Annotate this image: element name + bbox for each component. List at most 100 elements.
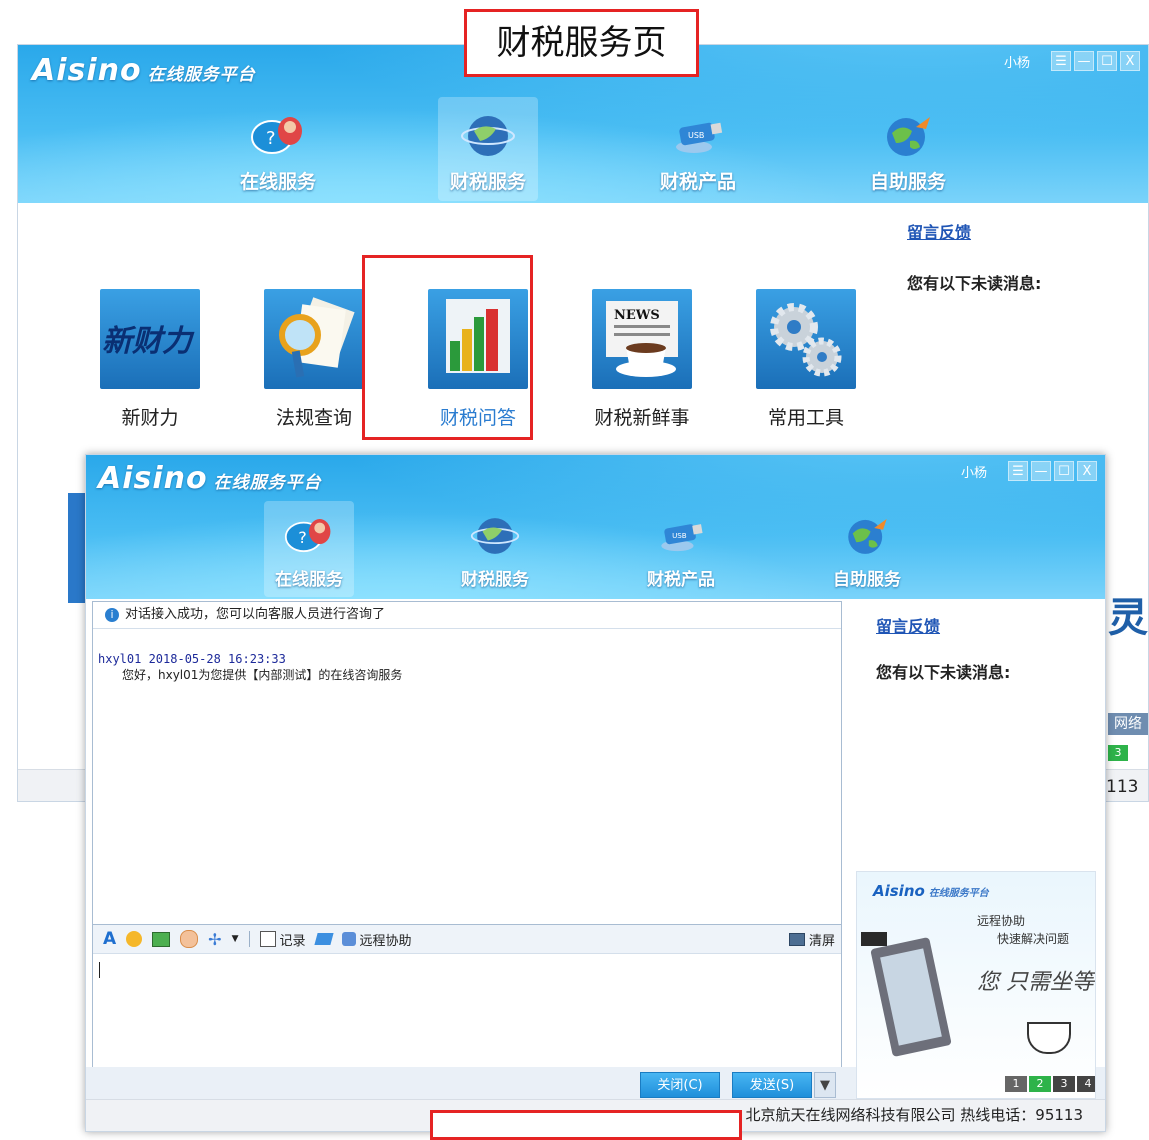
nav-self-service[interactable]: 自助服务 bbox=[774, 501, 960, 597]
laptop-icon bbox=[861, 932, 971, 1086]
promo-line1: 远程协助 bbox=[977, 914, 1026, 928]
magnifier-documents-icon bbox=[264, 289, 364, 389]
minimize-icon[interactable]: — bbox=[1074, 51, 1094, 71]
maximize-icon[interactable]: ☐ bbox=[1054, 461, 1074, 481]
svg-text:NEWS: NEWS bbox=[614, 308, 660, 323]
tile-xincaili[interactable]: 新财力 新财力 bbox=[68, 289, 232, 430]
nav-tax-service[interactable]: 财税服务 bbox=[383, 97, 593, 201]
news-coffee-icon: NEWS bbox=[592, 289, 692, 389]
window-controls: 小杨 ☰ — ☐ X bbox=[1004, 51, 1140, 71]
connection-notice: i 对话接入成功，您可以向客服人员进行咨询了 bbox=[93, 602, 841, 629]
minimize-icon[interactable]: — bbox=[1031, 461, 1051, 481]
unread-label: 您有以下未读消息: bbox=[907, 274, 1042, 293]
nav-tax-products[interactable]: USB 财税产品 bbox=[588, 501, 774, 597]
send-options-chevron-icon[interactable]: ▼ bbox=[814, 1072, 836, 1098]
svg-text:USB: USB bbox=[688, 131, 704, 140]
page-1[interactable]: 1 bbox=[1005, 1076, 1027, 1092]
logo-brand: Aisino bbox=[32, 53, 142, 88]
emoji-icon[interactable] bbox=[126, 931, 143, 947]
chat-panel: i 对话接入成功，您可以向客服人员进行咨询了 hxyl01 2018-05-28 … bbox=[92, 601, 842, 1073]
promo-slogan: 您 只需坐等 bbox=[977, 970, 1094, 995]
nav-online-service[interactable]: ? 在线服务 bbox=[216, 501, 402, 597]
unread-label: 您有以下未读消息: bbox=[876, 663, 1011, 682]
screenshot-icon[interactable]: ✢ bbox=[208, 930, 221, 949]
nav-label: 财税产品 bbox=[659, 171, 736, 193]
annotation-bottom-box bbox=[430, 1110, 742, 1140]
clear-label: 清屏 bbox=[808, 933, 835, 949]
menu-icon[interactable]: ☰ bbox=[1008, 461, 1028, 481]
promo-logo: Aisino 在线服务平台 bbox=[873, 882, 989, 900]
nav-label: 在线服务 bbox=[275, 570, 343, 590]
message-sender-line: hxyl01 2018-05-28 16:23:33 bbox=[98, 652, 286, 666]
nav-label: 财税服务 bbox=[461, 570, 529, 590]
feedback-link[interactable]: 留言反馈 bbox=[907, 219, 971, 243]
earth-icon bbox=[880, 113, 936, 159]
svg-text:?: ? bbox=[298, 528, 307, 547]
menu-icon[interactable]: ☰ bbox=[1051, 51, 1071, 71]
svg-text:新财力: 新财力 bbox=[102, 324, 195, 359]
tile-tools[interactable]: 常用工具 bbox=[724, 289, 888, 430]
close-icon[interactable]: X bbox=[1077, 461, 1097, 481]
message-input[interactable] bbox=[93, 954, 841, 1072]
chat-header: Aisino 在线服务平台 小杨 ☰ — ☐ X ? 在线服务 财税服务 USB… bbox=[86, 455, 1105, 599]
maximize-icon[interactable]: ☐ bbox=[1097, 51, 1117, 71]
send-button[interactable]: 发送(S) bbox=[732, 1072, 812, 1098]
coffee-cup-icon bbox=[1027, 1022, 1071, 1054]
record-button[interactable]: 记录 bbox=[259, 930, 306, 949]
nav-online-service[interactable]: ? 在线服务 bbox=[173, 97, 383, 201]
sticker-icon[interactable] bbox=[180, 930, 199, 948]
promo-banner[interactable]: Aisino 在线服务平台 远程协助 快速解决问题 您 只需坐等 1 2 3 4 bbox=[856, 871, 1096, 1099]
nav-label: 在线服务 bbox=[239, 171, 316, 193]
globe-icon bbox=[460, 113, 516, 159]
usb-drive-icon: USB bbox=[670, 113, 726, 159]
annotation-title: 财税服务页 bbox=[464, 9, 699, 77]
partial-page-indicator: 3 bbox=[1108, 745, 1128, 761]
remote-assist-button[interactable]: 远程协助 bbox=[341, 930, 412, 949]
close-chat-button[interactable]: 关闭(C) bbox=[640, 1072, 720, 1098]
tile-tax-news[interactable]: NEWS 财税新鲜事 bbox=[560, 289, 724, 430]
calendar-icon bbox=[259, 931, 276, 947]
chat-window: Aisino 在线服务平台 小杨 ☰ — ☐ X ? 在线服务 财税服务 USB… bbox=[85, 454, 1106, 1132]
nav-label: 自助服务 bbox=[833, 570, 901, 590]
svg-text:USB: USB bbox=[672, 531, 687, 540]
usb-drive-icon: USB bbox=[656, 515, 706, 557]
main-nav: ? 在线服务 财税服务 USB 财税产品 自助服务 bbox=[173, 97, 1013, 201]
nav-label: 自助服务 bbox=[869, 171, 946, 193]
username: 小杨 bbox=[1003, 55, 1030, 71]
main-nav: ? 在线服务 财税服务 USB 财税产品 自助服务 bbox=[216, 501, 960, 597]
username: 小杨 bbox=[960, 465, 987, 481]
page-4[interactable]: 4 bbox=[1077, 1076, 1095, 1092]
nav-tax-products[interactable]: USB 财税产品 bbox=[593, 97, 803, 201]
message-body: 您好，hxyl01为您提供【内部测试】的在线咨询服务 bbox=[122, 668, 403, 682]
feedback-link[interactable]: 留言反馈 bbox=[876, 613, 940, 637]
partial-text: 灵 bbox=[1108, 595, 1148, 641]
nav-label: 财税产品 bbox=[647, 570, 715, 590]
svg-text:?: ? bbox=[266, 128, 276, 149]
tile-label: 新财力 bbox=[121, 407, 179, 429]
annotation-highlight-qa bbox=[362, 255, 533, 440]
image-icon[interactable] bbox=[152, 931, 171, 947]
page-2[interactable]: 2 bbox=[1029, 1076, 1051, 1092]
font-icon[interactable]: A bbox=[103, 929, 116, 949]
aisino-logo: Aisino 在线服务平台 bbox=[32, 53, 256, 88]
chevron-down-icon[interactable]: ▼ bbox=[232, 934, 239, 944]
xincaili-logo-icon: 新财力 bbox=[100, 289, 200, 389]
tile-label: 常用工具 bbox=[767, 407, 844, 429]
send-file-icon[interactable] bbox=[313, 933, 334, 945]
input-toolbar: A ✢ ▼ 记录 远程协助 清屏 bbox=[93, 924, 841, 954]
page-3[interactable]: 3 bbox=[1053, 1076, 1075, 1092]
chat-bubbles-icon: ? bbox=[284, 515, 334, 557]
globe-icon bbox=[470, 515, 520, 557]
close-icon[interactable]: X bbox=[1120, 51, 1140, 71]
logo-subtitle: 在线服务平台 bbox=[147, 65, 256, 85]
earth-icon bbox=[842, 515, 892, 557]
remote-icon bbox=[341, 932, 356, 946]
chat-bubbles-icon: ? bbox=[250, 113, 306, 159]
notice-text: 对话接入成功，您可以向客服人员进行咨询了 bbox=[125, 607, 386, 622]
gears-icon bbox=[756, 289, 856, 389]
nav-tax-service[interactable]: 财税服务 bbox=[402, 501, 588, 597]
clear-button[interactable]: 清屏 bbox=[788, 930, 835, 949]
logo-subtitle: 在线服务平台 bbox=[213, 473, 322, 493]
aisino-logo: Aisino 在线服务平台 bbox=[98, 461, 322, 496]
nav-self-service[interactable]: 自助服务 bbox=[803, 97, 1013, 201]
